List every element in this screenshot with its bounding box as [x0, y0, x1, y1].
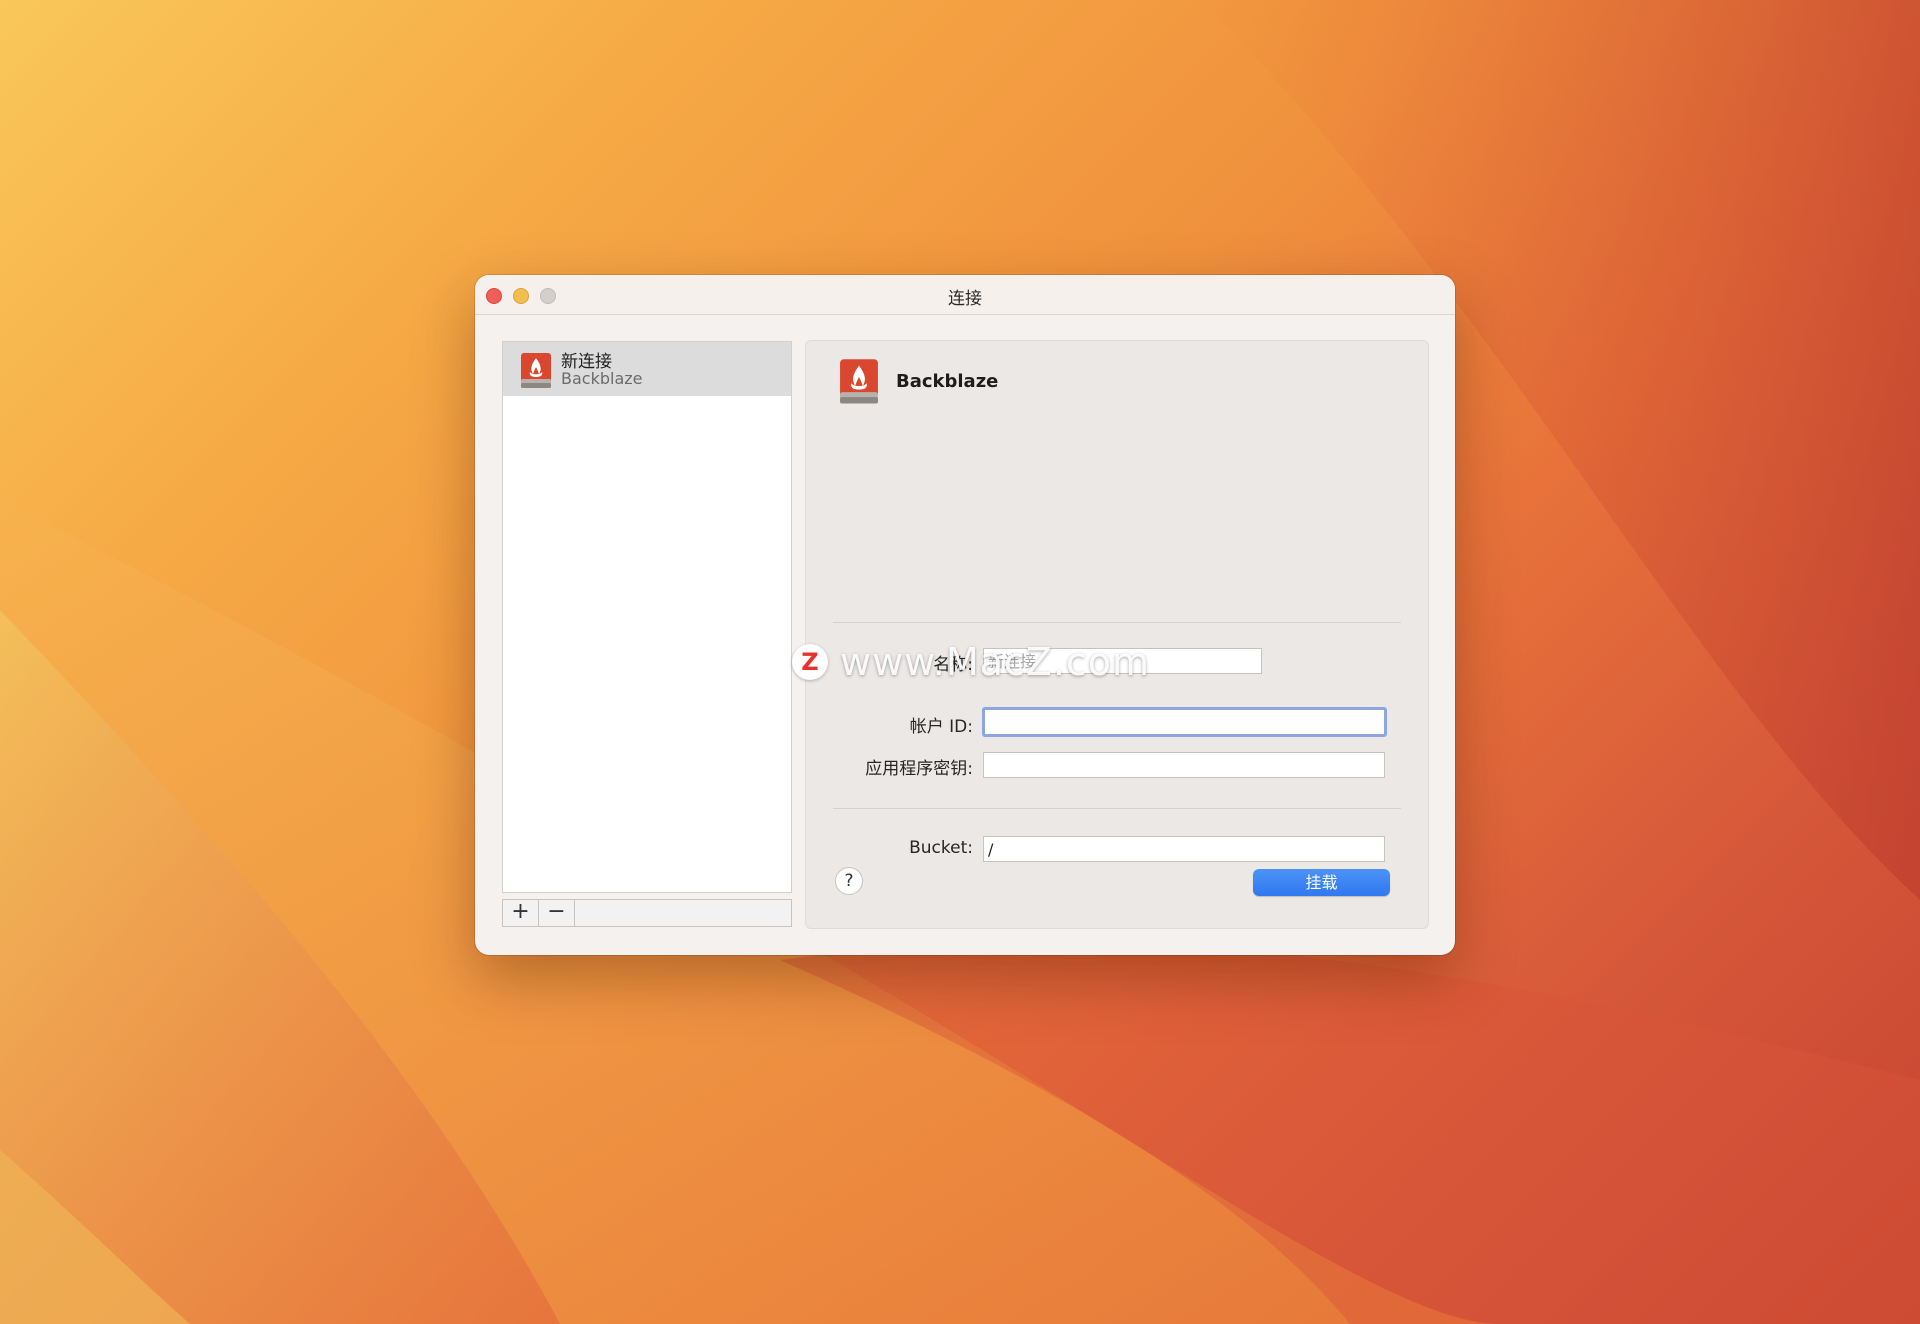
remove-connection-button[interactable]: −	[539, 900, 575, 926]
bucket-field[interactable]	[983, 836, 1385, 862]
app-key-field[interactable]	[983, 752, 1385, 778]
backblaze-drive-icon	[521, 353, 551, 388]
mount-button[interactable]: 挂载	[1253, 869, 1390, 896]
connection-details-panel: Backblaze 名称: 帐户 ID: 应用程序密钥: Bucket:	[805, 340, 1429, 929]
divider	[833, 622, 1401, 623]
window-title: 连接	[948, 289, 982, 309]
help-button[interactable]: ?	[835, 867, 863, 895]
watermark-badge: Z	[792, 644, 828, 680]
title-bar[interactable]: 连接	[475, 275, 1455, 315]
account-id-field[interactable]	[982, 707, 1387, 737]
app-key-label: 应用程序密钥:	[865, 759, 973, 779]
backblaze-drive-icon	[840, 359, 878, 404]
watermark-logo-icon: Z	[801, 648, 819, 676]
connection-list[interactable]: 新连接 Backblaze	[502, 341, 792, 893]
connection-window: 连接 新连接 Backblaze + − Backblaze 名称: 新连接 帐…	[475, 275, 1455, 955]
list-item-subtitle: Backblaze	[561, 369, 643, 388]
bucket-label: Bucket:	[909, 838, 973, 858]
account-id-label: 帐户 ID:	[909, 717, 973, 737]
divider	[833, 808, 1401, 809]
watermark-text: www.MacZ.com	[840, 640, 1151, 684]
panel-heading: Backblaze	[896, 371, 999, 392]
list-toolbar: + −	[502, 899, 792, 927]
add-connection-button[interactable]: +	[503, 900, 539, 926]
list-item[interactable]: 新连接 Backblaze	[503, 342, 791, 396]
